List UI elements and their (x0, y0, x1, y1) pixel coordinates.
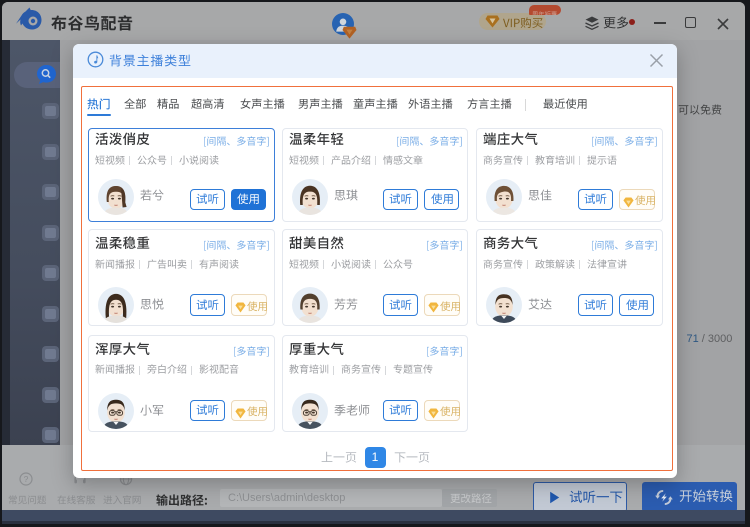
svg-text:?: ? (24, 474, 29, 484)
